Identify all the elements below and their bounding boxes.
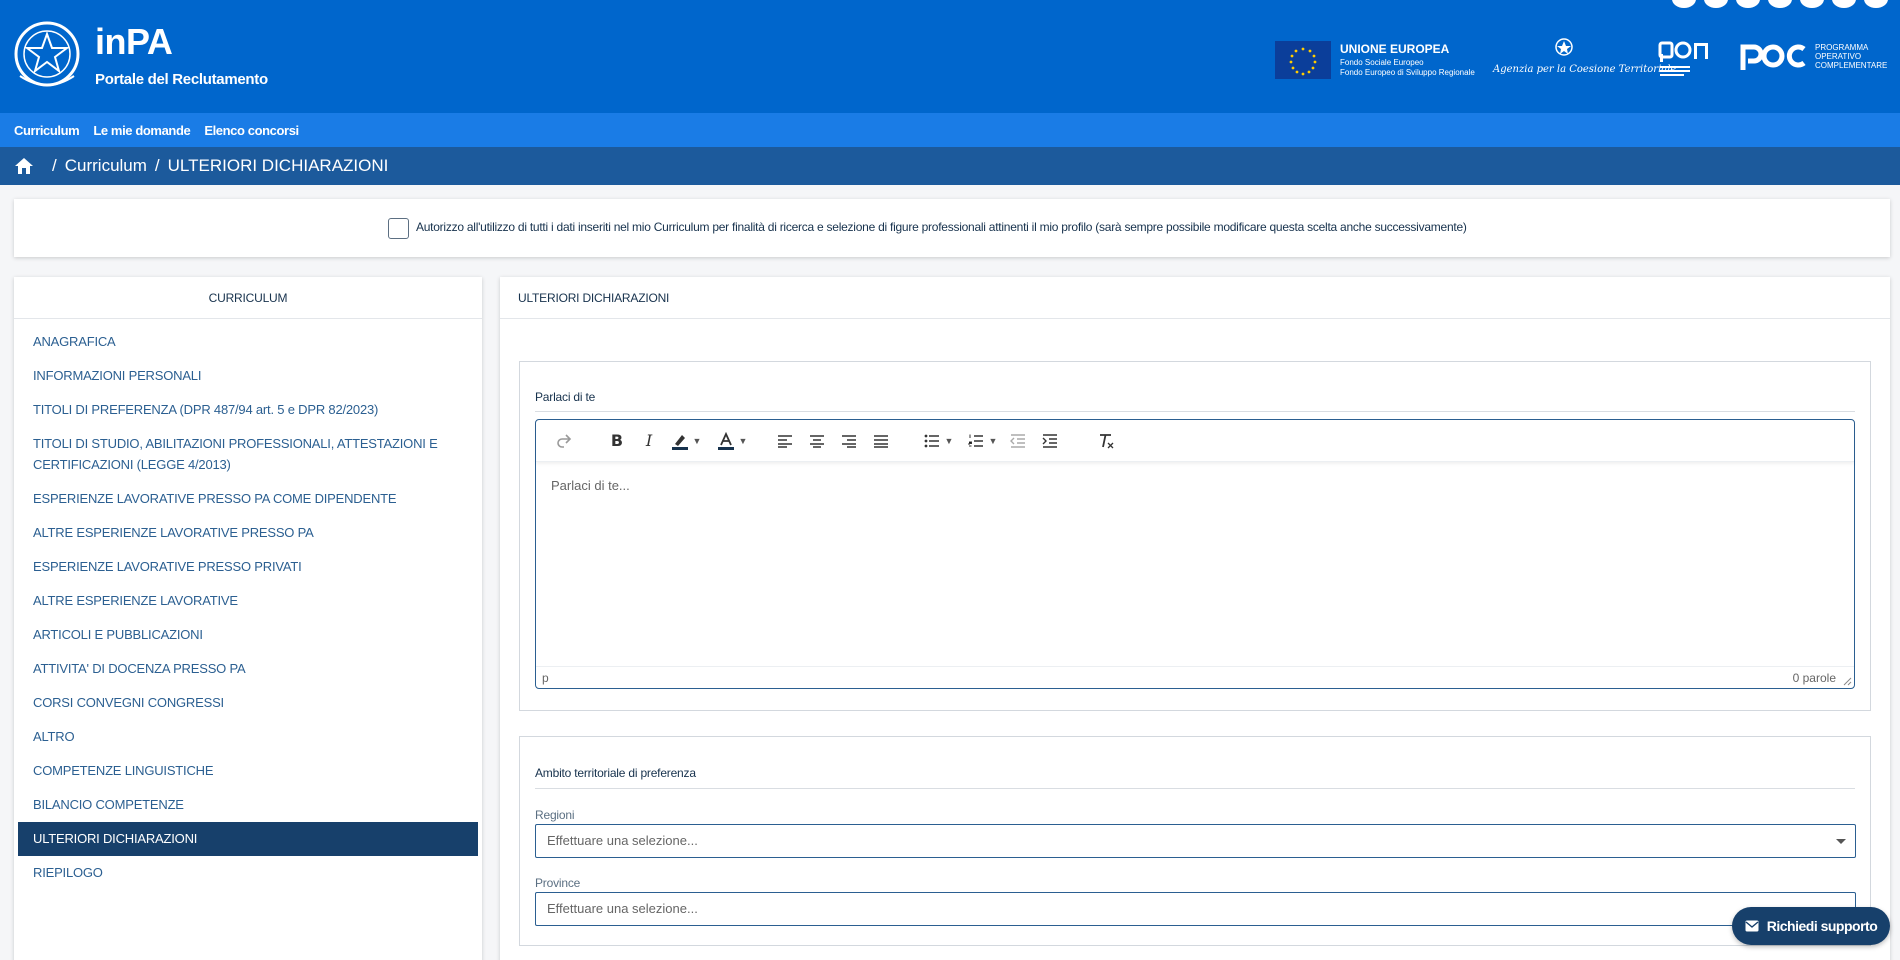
sidebar-title: CURRICULUM xyxy=(14,277,482,319)
resize-handle-icon[interactable] xyxy=(1843,677,1852,686)
sidebar-item-articoli[interactable]: ARTICOLI E PUBBLICAZIONI xyxy=(18,618,478,652)
align-justify-icon[interactable] xyxy=(870,429,892,453)
sidebar-item-esperienze-privati[interactable]: ESPERIENZE LAVORATIVE PRESSO PRIVATI xyxy=(18,550,478,584)
nav-item-elenco-concorsi[interactable]: Elenco concorsi xyxy=(204,123,299,138)
editor-statusbar: p 0 parole xyxy=(536,666,1854,688)
editor-word-count[interactable]: 0 parole xyxy=(1793,671,1836,685)
section-divider xyxy=(535,411,1855,412)
sidebar-item-docenza[interactable]: ATTIVITA' DI DOCENZA PRESSO PA xyxy=(18,652,478,686)
agency-emblem-icon xyxy=(1555,38,1573,56)
top-utility-icons xyxy=(1672,0,1888,8)
rich-text-editor[interactable]: B I ▼ ▼ ▼ ▼ Parlaci di te... p 0 parole xyxy=(535,419,1855,689)
pon-logo-icon xyxy=(1658,41,1708,76)
sidebar-item-titoli-preferenza[interactable]: TITOLI DI PREFERENZA (DPR 487/94 art. 5 … xyxy=(18,393,478,427)
sidebar-item-anagrafica[interactable]: ANAGRAFICA xyxy=(18,325,478,359)
sidebar-item-altro[interactable]: ALTRO xyxy=(18,720,478,754)
text-color-icon[interactable] xyxy=(716,429,736,453)
redo-icon[interactable] xyxy=(552,429,576,453)
consent-card: Autorizzo all'utilizzo di tutti i dati i… xyxy=(14,199,1890,257)
brand-title: inPA xyxy=(95,21,173,62)
breadcrumb-curriculum[interactable]: Curriculum xyxy=(65,156,147,176)
provinces-select[interactable]: Effettuare una selezione... xyxy=(535,892,1856,926)
eu-title: UNIONE EUROPEA xyxy=(1340,42,1450,56)
about-label: Parlaci di te xyxy=(535,390,596,404)
consent-checkbox[interactable] xyxy=(388,218,409,239)
chevron-down-icon[interactable]: ▼ xyxy=(944,429,954,453)
mail-icon xyxy=(1745,920,1759,932)
editor-placeholder: Parlaci di te... xyxy=(551,478,630,493)
align-right-icon[interactable] xyxy=(838,429,860,453)
utility-icon[interactable] xyxy=(1800,0,1824,8)
brand-subtitle: Portale del Reclutamento xyxy=(95,71,268,88)
eu-fund-regionale: Fondo Europeo di Sviluppo Regionale xyxy=(1340,68,1475,77)
highlight-icon[interactable] xyxy=(670,429,690,453)
about-section: Parlaci di te B I ▼ ▼ ▼ ▼ Parlaci di te.… xyxy=(519,361,1871,711)
support-button[interactable]: Richiedi supporto xyxy=(1732,907,1890,945)
utility-icon[interactable] xyxy=(1672,0,1696,8)
sidebar-item-informazioni-personali[interactable]: INFORMAZIONI PERSONALI xyxy=(18,359,478,393)
align-center-icon[interactable] xyxy=(806,429,828,453)
breadcrumb-separator: / xyxy=(52,156,57,175)
sidebar-item-titoli-studio[interactable]: TITOLI DI STUDIO, ABILITAZIONI PROFESSIO… xyxy=(18,427,478,482)
chevron-down-icon[interactable]: ▼ xyxy=(738,429,748,453)
sidebar-item-corsi[interactable]: CORSI CONVEGNI CONGRESSI xyxy=(18,686,478,720)
chevron-down-icon xyxy=(1836,839,1846,844)
sidebar: CURRICULUM ANAGRAFICA INFORMAZIONI PERSO… xyxy=(14,277,482,960)
chevron-down-icon[interactable]: ▼ xyxy=(988,429,998,453)
poc-logo-icon xyxy=(1740,44,1806,70)
clear-format-icon[interactable] xyxy=(1096,429,1116,453)
breadcrumb-current: ULTERIORI DICHIARAZIONI xyxy=(167,156,389,175)
section-divider xyxy=(535,788,1855,789)
main-panel: ULTERIORI DICHIARAZIONI Parlaci di te B … xyxy=(500,277,1890,960)
agency-logo-text: Agenzia per la Coesione Territoriale xyxy=(1493,64,1677,75)
home-icon[interactable] xyxy=(14,157,34,175)
poc-logo-text: PROGRAMMA OPERATIVO COMPLEMENTARE xyxy=(1815,43,1888,70)
sidebar-item-ulteriori-dichiarazioni[interactable]: ULTERIORI DICHIARAZIONI xyxy=(18,822,478,856)
regions-placeholder: Effettuare una selezione... xyxy=(547,833,698,848)
territory-label: Ambito territoriale di preferenza xyxy=(535,766,696,780)
breadcrumb-separator: / xyxy=(154,156,160,175)
sidebar-list: ANAGRAFICA INFORMAZIONI PERSONALI TITOLI… xyxy=(14,319,482,890)
utility-icon[interactable] xyxy=(1736,0,1760,8)
support-label: Richiedi supporto xyxy=(1766,918,1878,934)
chevron-down-icon[interactable]: ▼ xyxy=(692,429,702,453)
sidebar-item-altre-esperienze[interactable]: ALTRE ESPERIENZE LAVORATIVE xyxy=(18,584,478,618)
republic-emblem-icon xyxy=(14,21,80,87)
main-nav: Curriculum Le mie domande Elenco concors… xyxy=(0,113,1900,147)
bold-icon[interactable]: B xyxy=(606,429,628,453)
territory-section: Ambito territoriale di preferenza Region… xyxy=(519,736,1871,946)
bullet-list-icon[interactable] xyxy=(922,429,942,453)
eu-fund-sociale: Fondo Sociale Europeo xyxy=(1340,58,1424,67)
eu-flag-icon xyxy=(1275,41,1331,79)
provinces-placeholder: Effettuare una selezione... xyxy=(547,901,698,916)
italic-icon[interactable]: I xyxy=(638,429,660,453)
header: inPA Portale del Reclutamento UNIONE EUR… xyxy=(0,0,1900,113)
sidebar-item-esperienze-pa-dipendente[interactable]: ESPERIENZE LAVORATIVE PRESSO PA COME DIP… xyxy=(18,482,478,516)
sidebar-item-bilancio-competenze[interactable]: BILANCIO COMPETENZE xyxy=(18,788,478,822)
breadcrumb: / Curriculum / ULTERIORI DICHIARAZIONI xyxy=(0,147,1900,185)
utility-icon[interactable] xyxy=(1704,0,1728,8)
outdent-icon[interactable] xyxy=(1008,429,1028,453)
sidebar-item-altre-esperienze-pa[interactable]: ALTRE ESPERIENZE LAVORATIVE PRESSO PA xyxy=(18,516,478,550)
sidebar-item-riepilogo[interactable]: RIEPILOGO xyxy=(18,856,478,890)
provinces-label: Province xyxy=(535,876,581,890)
numbered-list-icon[interactable] xyxy=(966,429,986,453)
consent-text: Autorizzo all'utilizzo di tutti i dati i… xyxy=(416,220,1467,234)
utility-icon[interactable] xyxy=(1864,0,1888,8)
regions-label: Regioni xyxy=(535,808,575,822)
editor-toolbar: B I ▼ ▼ ▼ ▼ xyxy=(536,420,1854,462)
nav-item-le-mie-domande[interactable]: Le mie domande xyxy=(93,123,190,138)
sidebar-item-competenze-linguistiche[interactable]: COMPETENZE LINGUISTICHE xyxy=(18,754,478,788)
editor-element-path[interactable]: p xyxy=(542,671,549,685)
indent-icon[interactable] xyxy=(1040,429,1060,453)
nav-item-curriculum[interactable]: Curriculum xyxy=(14,123,80,138)
utility-icon[interactable] xyxy=(1768,0,1792,8)
main-title: ULTERIORI DICHIARAZIONI xyxy=(500,277,1890,319)
align-left-icon[interactable] xyxy=(774,429,796,453)
regions-select[interactable]: Effettuare una selezione... xyxy=(535,824,1856,858)
utility-icon[interactable] xyxy=(1832,0,1856,8)
